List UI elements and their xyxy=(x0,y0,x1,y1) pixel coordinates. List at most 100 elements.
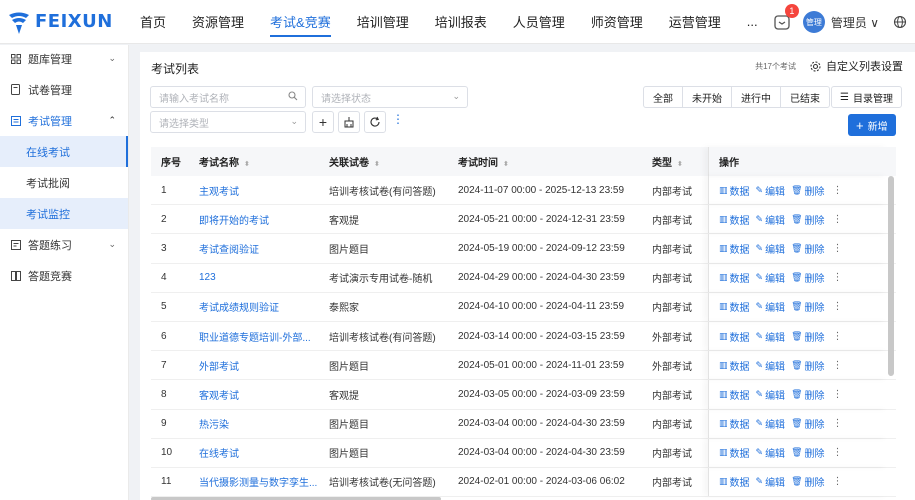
custom-list-settings-button[interactable]: 自定义列表设置 xyxy=(810,58,903,74)
user-menu[interactable]: 管理员 ∨ xyxy=(831,14,879,31)
refresh-button[interactable] xyxy=(364,111,386,133)
more-icon[interactable]: ⋮ xyxy=(833,360,843,371)
delete-button[interactable]: 🗑 删除 xyxy=(791,299,824,314)
data-button[interactable]: ▥ 数据 xyxy=(719,416,750,431)
sidebar-item-paper[interactable]: 试卷管理 xyxy=(0,74,128,105)
exam-name-link[interactable]: 主观考试 xyxy=(199,187,239,198)
directory-manage-button[interactable]: ☰ 目录管理 xyxy=(831,86,902,108)
more-icon[interactable]: ⋮ xyxy=(833,301,843,312)
delete-button[interactable]: 🗑 删除 xyxy=(791,241,824,256)
data-button[interactable]: ▥ 数据 xyxy=(719,387,750,402)
sidebar-item-contest[interactable]: 答题竞赛 xyxy=(0,260,128,291)
seg-in-progress[interactable]: 进行中 xyxy=(732,87,781,107)
delete-button[interactable]: 🗑 删除 xyxy=(791,474,824,489)
op-label: 数据 xyxy=(729,186,750,198)
delete-button[interactable]: 🗑 删除 xyxy=(791,183,824,198)
edit-button[interactable]: ✎ 编辑 xyxy=(756,358,786,373)
exam-name-link[interactable]: 热污染 xyxy=(199,420,229,431)
nav-home[interactable]: 首页 xyxy=(140,0,166,44)
logo[interactable]: FEIXUN xyxy=(0,9,130,35)
globe-icon[interactable] xyxy=(893,15,907,29)
exam-name-link[interactable]: 考试成绩规则验证 xyxy=(199,303,279,314)
delete-button[interactable]: 🗑 删除 xyxy=(791,416,824,431)
edit-button[interactable]: ✎ 编辑 xyxy=(756,329,786,344)
search-input[interactable]: 请输入考试名称 xyxy=(150,86,306,108)
nav-exam-contest[interactable]: 考试&竞赛 xyxy=(270,0,331,44)
edit-button[interactable]: ✎ 编辑 xyxy=(756,299,786,314)
seg-not-started[interactable]: 未开始 xyxy=(683,87,732,107)
nav-training[interactable]: 培训管理 xyxy=(357,0,409,44)
edit-button[interactable]: ✎ 编辑 xyxy=(756,387,786,402)
data-button[interactable]: ▥ 数据 xyxy=(719,241,750,256)
add-exam-button[interactable]: + 新增 xyxy=(848,114,896,136)
vertical-scrollbar[interactable] xyxy=(888,176,894,376)
delete-button[interactable]: 🗑 删除 xyxy=(791,270,824,285)
data-button[interactable]: ▥ 数据 xyxy=(719,299,750,314)
sidebar-sub-online-exam[interactable]: 在线考试 xyxy=(0,136,128,167)
header-paper[interactable]: 关联试卷 ⬍ xyxy=(319,154,448,169)
delete-button[interactable]: 🗑 删除 xyxy=(791,212,824,227)
nav-resources[interactable]: 资源管理 xyxy=(192,0,244,44)
exam-name-link[interactable]: 在线考试 xyxy=(199,449,239,460)
edit-button[interactable]: ✎ 编辑 xyxy=(756,416,786,431)
delete-button[interactable]: 🗑 删除 xyxy=(791,387,824,402)
cell-index: 9 xyxy=(161,418,167,430)
seg-finished[interactable]: 已结束 xyxy=(781,87,829,107)
status-select[interactable]: 请选择状态 ⌄ xyxy=(312,86,468,108)
edit-button[interactable]: ✎ 编辑 xyxy=(756,270,786,285)
exam-name-link[interactable]: 123 xyxy=(199,272,216,283)
avatar[interactable]: 管理 xyxy=(802,11,825,33)
more-icon[interactable]: ⋮ xyxy=(833,243,843,254)
exam-name-link[interactable]: 客观考试 xyxy=(199,391,239,402)
sidebar-sub-exam-monitor[interactable]: 考试监控 xyxy=(0,198,128,229)
data-button[interactable]: ▥ 数据 xyxy=(719,474,750,489)
edit-button[interactable]: ✎ 编辑 xyxy=(756,241,786,256)
more-icon[interactable]: ⋮ xyxy=(833,214,843,225)
sidebar-sub-exam-review[interactable]: 考试批阅 xyxy=(0,167,128,198)
data-button[interactable]: ▥ 数据 xyxy=(719,183,750,198)
cell-index: 2 xyxy=(161,213,167,225)
delete-button[interactable]: 🗑 删除 xyxy=(791,358,824,373)
type-select[interactable]: 请选择类型 ⌄ xyxy=(150,111,306,133)
data-button[interactable]: ▥ 数据 xyxy=(719,358,750,373)
delete-button[interactable]: 🗑 删除 xyxy=(791,445,824,460)
sidebar-item-exam[interactable]: 考试管理 ⌃ xyxy=(0,105,128,136)
sidebar-item-question-bank[interactable]: 题库管理 ⌄ xyxy=(0,43,128,74)
exam-name-link[interactable]: 职业道德专题培训-外部... xyxy=(199,333,311,344)
more-icon[interactable]: ⋮ xyxy=(833,418,843,429)
nav-operations[interactable]: 运营管理 xyxy=(669,0,721,44)
header-name[interactable]: 考试名称 ⬍ xyxy=(189,154,319,169)
exam-name-link[interactable]: 当代摄影测量与数字孪生... xyxy=(199,478,317,489)
more-filters-icon[interactable]: ⋮ xyxy=(392,112,404,126)
notification-button[interactable]: 1 xyxy=(771,4,799,33)
nav-teachers[interactable]: 师资管理 xyxy=(591,0,643,44)
edit-button[interactable]: ✎ 编辑 xyxy=(756,474,786,489)
more-icon[interactable]: ⋮ xyxy=(833,185,843,196)
header-type[interactable]: 类型 ⬍ xyxy=(642,154,708,169)
header-time[interactable]: 考试时间 ⬍ xyxy=(448,154,642,169)
edit-button[interactable]: ✎ 编辑 xyxy=(756,212,786,227)
nav-personnel[interactable]: 人员管理 xyxy=(513,0,565,44)
clean-filter-button[interactable] xyxy=(338,111,360,133)
sidebar: 题库管理 ⌄ 试卷管理 考试管理 ⌃ 在线考试 考试批阅 考试监控 答题练习 ⌄… xyxy=(0,45,129,500)
data-button[interactable]: ▥ 数据 xyxy=(719,270,750,285)
more-icon[interactable]: ⋮ xyxy=(833,476,843,487)
edit-button[interactable]: ✎ 编辑 xyxy=(756,445,786,460)
delete-button[interactable]: 🗑 删除 xyxy=(791,329,824,344)
more-icon[interactable]: ⋮ xyxy=(833,447,843,458)
exam-name-link[interactable]: 外部考试 xyxy=(199,362,239,373)
nav-training-report[interactable]: 培训报表 xyxy=(435,0,487,44)
data-button[interactable]: ▥ 数据 xyxy=(719,329,750,344)
data-button[interactable]: ▥ 数据 xyxy=(719,212,750,227)
add-filter-button[interactable]: + xyxy=(312,111,334,133)
edit-button[interactable]: ✎ 编辑 xyxy=(756,183,786,198)
exam-name-link[interactable]: 考试查阅验证 xyxy=(199,245,259,256)
data-button[interactable]: ▥ 数据 xyxy=(719,445,750,460)
seg-all[interactable]: 全部 xyxy=(644,87,683,107)
exam-name-link[interactable]: 即将开始的考试 xyxy=(199,216,269,227)
more-icon[interactable]: ⋮ xyxy=(833,389,843,400)
nav-more[interactable]: ... xyxy=(747,0,758,44)
sidebar-item-practice[interactable]: 答题练习 ⌄ xyxy=(0,229,128,260)
more-icon[interactable]: ⋮ xyxy=(833,272,843,283)
more-icon[interactable]: ⋮ xyxy=(833,331,843,342)
